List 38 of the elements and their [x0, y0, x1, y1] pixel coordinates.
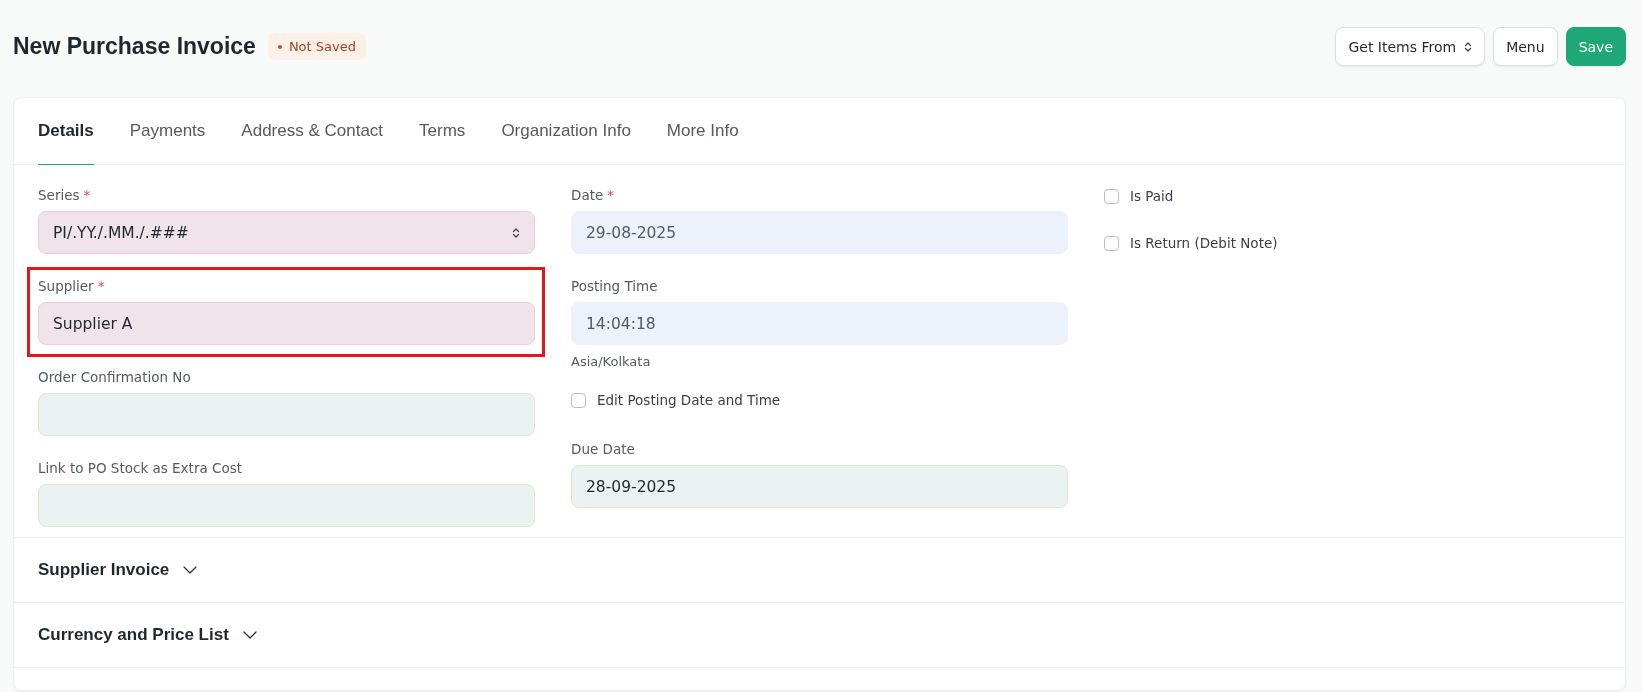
field-label: Due Date	[571, 440, 635, 458]
required-mark: *	[97, 277, 105, 295]
page-title: New Purchase Invoice	[13, 33, 256, 60]
sort-caret-icon	[1464, 40, 1473, 53]
status-indicator: Not Saved	[267, 33, 366, 60]
field-label: Link to PO Stock as Extra Cost	[38, 459, 243, 477]
input-field[interactable]: Supplier A	[38, 302, 535, 345]
tab[interactable]: More Info	[666, 98, 739, 165]
required-mark: *	[83, 186, 91, 204]
field-label: Supplier	[38, 277, 94, 295]
input-field[interactable]: 28-09-2025	[571, 465, 1068, 508]
tab[interactable]: Payments	[129, 98, 206, 165]
input-field[interactable]: 29-08-2025	[571, 211, 1068, 254]
input-field[interactable]	[38, 393, 535, 436]
section-header[interactable]: Currency and Price List	[38, 625, 257, 645]
field-label: Order Confirmation No	[38, 368, 191, 386]
checkbox-label: Edit Posting Date and Time	[597, 392, 781, 408]
tab[interactable]: Terms	[419, 98, 466, 165]
sort-caret-icon	[512, 226, 520, 239]
dropdown-button[interactable]: Get Items From	[1335, 27, 1486, 66]
checkbox-label: Is Paid	[1130, 188, 1174, 204]
input-field[interactable]: 14:04:18	[571, 302, 1068, 345]
checkbox-label: Is Return (Debit Note)	[1130, 235, 1278, 251]
tab[interactable]: Details	[38, 98, 94, 165]
field-description: Asia/Kolkata	[571, 354, 652, 370]
menu-button[interactable]: Menu	[1493, 27, 1558, 66]
input-field[interactable]	[38, 484, 535, 527]
tab[interactable]: Address & Contact	[241, 98, 384, 165]
checkbox[interactable]	[1104, 188, 1119, 204]
field-label: Date	[571, 186, 604, 204]
required-mark: *	[607, 186, 615, 204]
section-header[interactable]: Supplier Invoice	[38, 560, 198, 580]
select-field[interactable]: PI/.YY./.MM./.###	[38, 211, 535, 254]
field-label: Posting Time	[571, 277, 658, 295]
checkbox[interactable]	[1104, 235, 1119, 251]
field-label: Series	[38, 186, 80, 204]
tab[interactable]: Organization Info	[501, 98, 631, 165]
checkbox[interactable]	[571, 392, 586, 408]
